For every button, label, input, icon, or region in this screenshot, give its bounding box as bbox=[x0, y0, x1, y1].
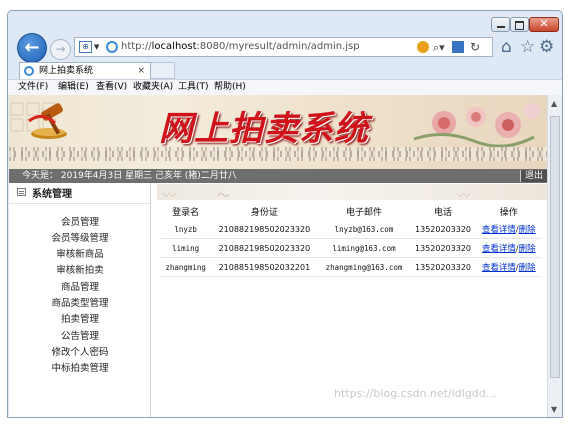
delete-link[interactable]: 删除 bbox=[519, 225, 536, 235]
cell-id-card: 210882198502023320 bbox=[210, 220, 319, 239]
address-bar[interactable]: ⊕ ▼ http://localhost:8080/myresult/admin… bbox=[74, 37, 493, 57]
menu-help[interactable]: 帮助(H) bbox=[214, 80, 246, 94]
security-report-icon[interactable] bbox=[452, 41, 464, 53]
minimize-button[interactable] bbox=[491, 17, 510, 32]
scrollbar-thumb[interactable] bbox=[550, 116, 560, 378]
view-details-link[interactable]: 查看详情 bbox=[482, 263, 516, 273]
minimize-icon bbox=[496, 26, 505, 28]
sidebar-item-review-new-auctions[interactable]: 审核新拍卖 bbox=[9, 262, 151, 276]
sidebar-item-member-management[interactable]: 会员管理 bbox=[9, 214, 151, 228]
gavel-icon bbox=[28, 103, 67, 139]
tab-title: 网上拍卖系统 bbox=[39, 66, 94, 76]
sidebar-item-auction-management[interactable]: 拍卖管理 bbox=[9, 311, 151, 325]
forward-arrow-icon: → bbox=[55, 42, 66, 56]
tab-close-button[interactable]: × bbox=[137, 63, 145, 79]
sidebar-item-winning-auction-management[interactable]: 中标拍卖管理 bbox=[9, 360, 151, 374]
sidebar-heading: 系统管理 bbox=[32, 189, 72, 200]
menu-edit[interactable]: 编辑(E) bbox=[58, 80, 89, 94]
forward-button[interactable]: → bbox=[50, 39, 71, 60]
sidebar-item-product-management[interactable]: 商品管理 bbox=[9, 279, 151, 293]
cell-email: lnyzb@163.com bbox=[318, 220, 410, 239]
refresh-icon[interactable]: ↻ bbox=[470, 38, 480, 56]
ie-tab-icon bbox=[24, 66, 34, 76]
cell-email: liming@163.com bbox=[318, 238, 410, 258]
sidebar-item-announcement-management[interactable]: 公告管理 bbox=[9, 328, 151, 342]
cell-email: zhangming@163.com bbox=[318, 257, 410, 277]
chevron-down-icon[interactable]: ▼ bbox=[94, 38, 99, 56]
web-page: 网上拍卖系统 今天是： 2019年4月3日 星期三 己亥年 (猪)二月廿八 退出… bbox=[9, 95, 547, 417]
cell-actions: 查看详情/删除 bbox=[476, 220, 541, 239]
list-icon bbox=[17, 188, 26, 196]
cell-login: zhangming bbox=[161, 257, 211, 277]
back-arrow-icon: ← bbox=[24, 37, 40, 58]
home-icon[interactable]: ⌂ bbox=[501, 37, 512, 57]
view-details-link[interactable]: 查看详情 bbox=[482, 244, 516, 254]
cell-id-card: 210882198502023320 bbox=[210, 238, 319, 258]
favorites-star-icon[interactable]: ☆ bbox=[520, 37, 535, 57]
cell-phone: 13520203320 bbox=[409, 238, 477, 258]
scroll-up-arrow-icon[interactable]: ▲ bbox=[551, 99, 557, 108]
url-path: :8080/myresult/admin/admin.jsp bbox=[196, 41, 360, 52]
search-icon[interactable]: ⌕▾ bbox=[433, 39, 445, 57]
settings-gear-icon[interactable]: ⚙ bbox=[539, 37, 554, 57]
table-row: liming 210882198502023320 liming@163.com… bbox=[161, 238, 541, 258]
sidebar-header: 系统管理 bbox=[9, 183, 150, 204]
view-details-link[interactable]: 查看详情 bbox=[482, 225, 516, 235]
url-scheme: http:// bbox=[121, 41, 152, 52]
menu-file[interactable]: 文件(F) bbox=[18, 80, 48, 94]
table-row: lnyzb 210882198502023320 lnyzb@163.com 1… bbox=[161, 220, 541, 239]
date-text: 今天是： 2019年4月3日 星期三 己亥年 (猪)二月廿八 bbox=[22, 171, 237, 181]
column-header-login: 登录名 bbox=[172, 207, 200, 218]
back-button[interactable]: ← bbox=[17, 33, 47, 63]
date-bar: 今天是： 2019年4月3日 星期三 己亥年 (猪)二月廿八 退出 bbox=[9, 169, 547, 183]
new-tab-button[interactable] bbox=[151, 62, 175, 79]
cell-id-card: 210885198502032201 bbox=[210, 257, 319, 277]
menu-bar: 文件(F) 编辑(E) 查看(V) 收藏夹(A) 工具(T) 帮助(H) bbox=[8, 79, 562, 96]
flowers-decoration bbox=[413, 103, 540, 148]
scroll-down-arrow-icon[interactable]: ▼ bbox=[551, 405, 557, 414]
sidebar-item-product-type-management[interactable]: 商品类型管理 bbox=[9, 295, 151, 309]
column-header-id-card: 身份证 bbox=[250, 207, 278, 218]
cell-actions: 查看详情/删除 bbox=[476, 238, 541, 258]
vertical-scrollbar[interactable]: ▲ ▼ bbox=[547, 95, 562, 417]
banner-pattern-inner bbox=[9, 151, 547, 157]
sidebar-item-change-password[interactable]: 修改个人密码 bbox=[9, 344, 151, 358]
close-window-button[interactable]: ✕ bbox=[529, 17, 559, 32]
menu-view[interactable]: 查看(V) bbox=[96, 80, 127, 94]
watermark-text: https://blog.csdn.net/idlgdd... bbox=[334, 387, 497, 400]
ie-page-icon bbox=[106, 41, 118, 53]
menu-favorites[interactable]: 收藏夹(A) bbox=[133, 80, 173, 94]
table-row: zhangming 210885198502032201 zhangming@1… bbox=[161, 257, 541, 277]
url-host: localhost bbox=[151, 41, 197, 52]
sidebar: 系统管理 会员管理 会员等级管理 审核新商品 审核新拍卖 商品管理 商品类型管理… bbox=[9, 183, 151, 417]
cell-login: liming bbox=[161, 238, 211, 258]
column-header-phone: 电话 bbox=[434, 207, 453, 218]
cell-login: lnyzb bbox=[161, 220, 211, 239]
maximize-icon bbox=[515, 21, 524, 30]
browser-tab[interactable]: 网上拍卖系统 × bbox=[19, 62, 151, 79]
delete-link[interactable]: 删除 bbox=[519, 244, 536, 254]
cell-phone: 13520203320 bbox=[409, 257, 477, 277]
feed-icon[interactable] bbox=[417, 41, 429, 53]
cell-actions: 查看详情/删除 bbox=[476, 257, 541, 277]
site-banner: 网上拍卖系统 bbox=[9, 95, 547, 169]
content-header-decoration: 〰 ～ 〰 bbox=[157, 184, 547, 204]
close-icon: ✕ bbox=[539, 17, 549, 30]
sidebar-item-member-level-management[interactable]: 会员等级管理 bbox=[9, 230, 151, 244]
address-url[interactable]: http://localhost:8080/myresult/admin/adm… bbox=[121, 38, 360, 56]
table-header-row: 登录名 身份证 电子邮件 电话 操作 bbox=[161, 202, 541, 220]
maximize-button[interactable] bbox=[510, 17, 529, 32]
cell-phone: 13520203320 bbox=[409, 220, 477, 239]
menu-tools[interactable]: 工具(T) bbox=[178, 80, 209, 94]
site-title: 网上拍卖系统 bbox=[159, 109, 369, 149]
sidebar-item-review-new-products[interactable]: 审核新商品 bbox=[9, 246, 151, 260]
browser-window: ✕ ← → ⊕ ▼ http://localhost:8080/myresult… bbox=[7, 10, 563, 418]
compatibility-icon[interactable]: ⊕ bbox=[79, 41, 92, 53]
column-header-actions: 操作 bbox=[499, 207, 518, 218]
logout-link[interactable]: 退出 bbox=[520, 170, 547, 182]
delete-link[interactable]: 删除 bbox=[519, 263, 536, 273]
user-table: 登录名 身份证 电子邮件 电话 操作 lnyzb 210882198502023… bbox=[161, 202, 541, 277]
column-header-email: 电子邮件 bbox=[345, 207, 382, 218]
